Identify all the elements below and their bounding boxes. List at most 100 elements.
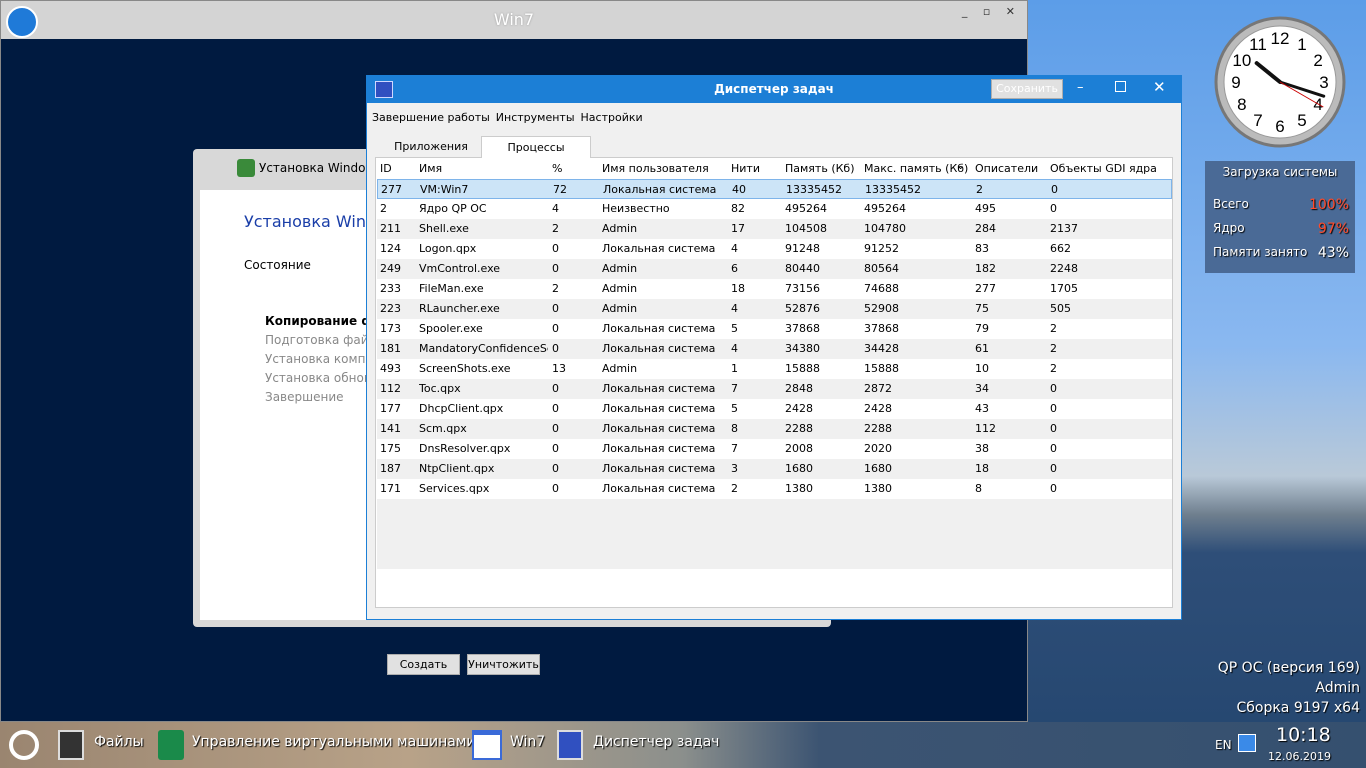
table-row[interactable]: 493 ScreenShots.exe 13 Admin 1 15888 15888 10 2	[377, 359, 1172, 379]
table-cell: 211	[380, 222, 401, 235]
table-cell: 1380	[864, 482, 892, 495]
start-button-icon[interactable]	[9, 730, 39, 760]
table-cell: 74688	[864, 282, 899, 295]
table-row[interactable]: 124 Logon.qpx 0 Локальная система 4 91248 9125…	[377, 239, 1172, 259]
table-cell: 40	[732, 183, 746, 196]
table-cell: Admin	[602, 302, 638, 315]
table-cell: 0	[552, 482, 559, 495]
table-row[interactable]: 223 RLauncher.exe 0 Admin 4 52876 52908 75 505	[377, 299, 1172, 319]
table-row[interactable]: 171 Services.qpx 0 Локальная система 2 1380 13…	[377, 479, 1172, 499]
table-cell: 0	[552, 462, 559, 475]
install-step: Установка обновл	[265, 371, 379, 385]
taskbar-files[interactable]: Файлы	[94, 734, 144, 750]
table-row[interactable]: 141 Scm.qpx 0 Локальная система 8 2288 2288 112…	[377, 419, 1172, 439]
processes-panel: ID Имя% Имя пользователя Нити Память (Кб) Мак…	[375, 157, 1173, 675]
task-manager-title-bar: Диспетчер задач Сохранить – ✕	[367, 76, 1181, 103]
table-row[interactable]: 177 DhcpClient.qpx 0 Локальная система 5 2428…	[377, 399, 1172, 419]
table-cell: 0	[1050, 462, 1057, 475]
table-cell: 141	[380, 422, 401, 435]
close-button[interactable]: ✕	[1153, 78, 1166, 96]
clock-numeral: 8	[1237, 95, 1246, 114]
files-icon[interactable]	[58, 730, 84, 760]
minimize-button[interactable]: –	[1077, 80, 1084, 95]
table-cell: 7	[731, 442, 738, 455]
table-cell: 505	[1050, 302, 1071, 315]
table-row[interactable]: 233 FileMan.exe 2 Admin 18 73156 74688 277 1705	[377, 279, 1172, 299]
column-header[interactable]: Память (Кб)	[785, 159, 860, 179]
create-button[interactable]: Создать	[387, 654, 460, 675]
table-cell: 4	[731, 242, 738, 255]
process-table[interactable]: ID Имя% Имя пользователя Нити Память (Кб) Мак…	[377, 159, 1172, 569]
installer-heading: Установка Windo	[244, 212, 386, 231]
table-cell: 177	[380, 402, 401, 415]
table-cell: 91248	[785, 242, 820, 255]
save-button[interactable]: Сохранить	[991, 79, 1063, 99]
table-row[interactable]: 249 VmControl.exe 0 Admin 6 80440 80564 182 2248	[377, 259, 1172, 279]
task-manager-icon[interactable]	[557, 730, 583, 760]
language-indicator[interactable]: EN	[1215, 738, 1232, 752]
table-cell: 2	[1050, 342, 1057, 355]
table-cell: 182	[975, 262, 996, 275]
taskbar-vm-manager[interactable]: Управление виртуальными машинами	[192, 734, 476, 750]
table-row[interactable]: 112 Toc.qpx 0 Локальная система 7 2848 2872 34 0	[377, 379, 1172, 399]
vm-window-controls[interactable]: _ ▫ ✕	[962, 5, 1021, 18]
table-cell: 0	[552, 382, 559, 395]
column-header[interactable]: Имя	[419, 159, 548, 179]
table-cell: 124	[380, 242, 401, 255]
table-header[interactable]: ID Имя% Имя пользователя Нити Память (Кб) Мак…	[377, 159, 1172, 179]
table-cell: Admin	[602, 282, 638, 295]
tab-processes[interactable]: Процессы	[481, 136, 591, 158]
column-header[interactable]: ID	[380, 159, 415, 179]
table-cell: 0	[1050, 422, 1057, 435]
clock-numeral: 1	[1297, 35, 1306, 54]
table-cell: 91252	[864, 242, 899, 255]
table-cell: 83	[975, 242, 989, 255]
column-header[interactable]: Макс. память (Кб)	[864, 159, 971, 179]
menu-bar: Завершение работы Инструменты Настройки	[372, 111, 649, 124]
table-row[interactable]: 181 MandatoryConfidenceSe... 0 Локальная си…	[377, 339, 1172, 359]
menu-shutdown[interactable]: Завершение работы	[372, 111, 490, 124]
vm-manager-icon[interactable]	[158, 730, 184, 760]
table-cell: Toc.qpx	[419, 382, 461, 395]
clock-date[interactable]: 12.06.2019	[1268, 750, 1331, 763]
table-cell: 2020	[864, 442, 892, 455]
taskbar-win7[interactable]: Win7	[510, 734, 545, 750]
kill-button[interactable]: Уничтожить	[467, 654, 540, 675]
menu-tools[interactable]: Инструменты	[496, 111, 575, 124]
os-version: QP OC (версия 169)	[1217, 660, 1360, 676]
table-cell: 104508	[785, 222, 827, 235]
table-row[interactable]: 173 Spooler.exe 0 Локальная система 5 37868 37…	[377, 319, 1172, 339]
table-cell: 277	[975, 282, 996, 295]
table-cell: 0	[552, 242, 559, 255]
clock-time[interactable]: 10:18	[1276, 724, 1331, 746]
maximize-button[interactable]	[1115, 81, 1126, 92]
table-cell: 171	[380, 482, 401, 495]
table-cell: 8	[975, 482, 982, 495]
table-cell: Локальная система	[603, 183, 717, 196]
load-value: 100%	[1308, 197, 1349, 213]
table-row[interactable]: 2 Ядро QP OC 4 Неизвестно 82 495264 495264 495 0	[377, 199, 1172, 219]
column-header[interactable]: Описатели	[975, 159, 1046, 179]
table-cell: FileMan.exe	[419, 282, 484, 295]
table-row[interactable]: 277 VM:Win7 72 Локальная система 40 13335452 1…	[377, 179, 1172, 199]
status-label: Состояние	[244, 258, 311, 272]
table-cell: 73156	[785, 282, 820, 295]
column-header[interactable]: Имя пользователя	[602, 159, 727, 179]
table-row[interactable]: 175 DnsResolver.qpx 0 Локальная система 7 200…	[377, 439, 1172, 459]
table-cell: Локальная система	[602, 242, 716, 255]
column-header[interactable]: Нити	[731, 159, 781, 179]
table-row[interactable]: 187 NtpClient.qpx 0 Локальная система 3 1680 1…	[377, 459, 1172, 479]
tab-applications[interactable]: Приложения	[381, 136, 481, 158]
table-cell: 284	[975, 222, 996, 235]
window-icon[interactable]	[472, 730, 502, 760]
network-icon[interactable]	[1238, 734, 1256, 752]
table-cell: 0	[552, 422, 559, 435]
table-row[interactable]: 211 Shell.exe 2 Admin 17 104508 104780 284 2137	[377, 219, 1172, 239]
taskbar-task-manager[interactable]: Диспетчер задач	[593, 734, 719, 750]
table-cell: ScreenShots.exe	[419, 362, 511, 375]
table-cell: 0	[552, 262, 559, 275]
column-header[interactable]: %	[552, 159, 598, 179]
menu-settings[interactable]: Настройки	[581, 111, 643, 124]
column-header[interactable]: Объекты GDI ядра	[1050, 159, 1168, 179]
table-cell: Неизвестно	[602, 202, 670, 215]
